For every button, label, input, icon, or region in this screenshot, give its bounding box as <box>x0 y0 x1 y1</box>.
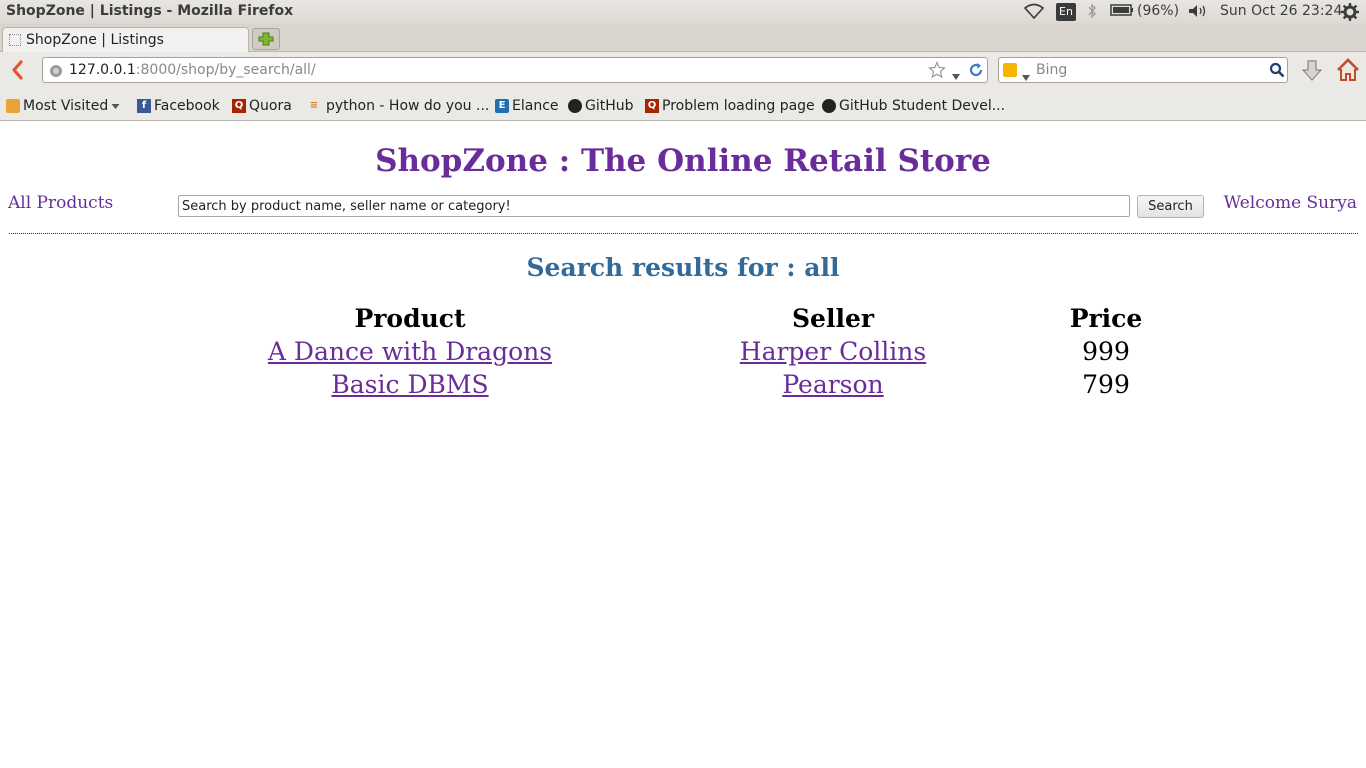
header-divider <box>9 233 1358 234</box>
bing-logo-icon[interactable] <box>1003 63 1017 77</box>
settings-gear-icon[interactable] <box>1340 2 1360 26</box>
url-bar[interactable]: 127.0.0.1:8000/shop/by_search/all/ <box>42 57 988 83</box>
url-text: 127.0.0.1:8000/shop/by_search/all/ <box>69 62 316 78</box>
bookmark-label: GitHub Student Devel... <box>839 98 1006 114</box>
browser-navigation-bar: 127.0.0.1:8000/shop/by_search/all/ Bing <box>0 52 1366 90</box>
quora-icon: Q <box>645 99 659 113</box>
url-dropdown-icon[interactable] <box>951 66 961 85</box>
bookmark-label: Elance <box>512 98 559 114</box>
wifi-icon[interactable] <box>1023 3 1045 23</box>
seller-link[interactable]: Harper Collins <box>683 337 983 366</box>
system-top-panel: ShopZone | Listings - Mozilla Firefox En… <box>0 0 1366 24</box>
product-link[interactable]: Basic DBMS <box>210 370 610 399</box>
bookmark-label: GitHub <box>585 98 634 114</box>
window-title: ShopZone | Listings - Mozilla Firefox <box>6 3 294 19</box>
column-header-price: Price <box>1069 304 1143 333</box>
bookmark-star-icon[interactable] <box>928 61 946 83</box>
chevron-down-icon <box>111 98 120 114</box>
bookmark-github-student[interactable]: GitHub Student Devel... <box>822 96 1005 116</box>
elance-icon: E <box>495 99 509 113</box>
bluetooth-icon[interactable] <box>1087 3 1097 23</box>
search-engine-dropdown-icon[interactable] <box>1021 67 1031 86</box>
bookmark-label: python - How do you ... <box>326 98 490 114</box>
github-icon <box>568 99 582 113</box>
seller-link[interactable]: Pearson <box>683 370 983 399</box>
downloads-icon[interactable] <box>1301 59 1323 87</box>
bookmark-github[interactable]: GitHub <box>568 96 634 116</box>
battery-percentage: (96%) <box>1137 3 1180 19</box>
web-search-bar[interactable]: Bing <box>998 57 1288 83</box>
stackoverflow-icon: ≡ <box>309 100 319 111</box>
column-header-seller: Seller <box>791 304 875 333</box>
bookmark-elance[interactable]: E Elance <box>495 96 559 116</box>
volume-icon[interactable] <box>1187 3 1209 23</box>
new-tab-button[interactable] <box>252 28 280 50</box>
site-title: ShopZone : The Online Retail Store <box>375 143 991 179</box>
keyboard-language-indicator[interactable]: En <box>1056 3 1076 21</box>
bookmark-label: Problem loading page <box>662 98 815 114</box>
tab-shopzone-listings[interactable]: ShopZone | Listings <box>2 27 249 52</box>
bookmark-facebook[interactable]: f Facebook <box>137 96 220 116</box>
search-button[interactable]: Search <box>1137 195 1204 218</box>
reload-icon[interactable] <box>967 61 985 83</box>
magnifier-icon[interactable] <box>1269 62 1285 82</box>
bookmark-label: Quora <box>249 98 292 114</box>
bookmark-label: Most Visited <box>23 98 109 114</box>
welcome-user-text: Welcome Surya <box>1223 193 1357 213</box>
price-value: 799 <box>1082 370 1130 399</box>
page-content: ShopZone : The Online Retail Store All P… <box>0 121 1366 768</box>
bookmark-python-question[interactable]: ≡ python - How do you ... <box>306 96 490 116</box>
github-icon <box>822 99 836 113</box>
globe-icon <box>49 63 63 82</box>
back-arrow-icon[interactable] <box>6 58 30 82</box>
url-host: 127.0.0.1 <box>69 62 136 78</box>
tab-title: ShopZone | Listings <box>26 32 164 48</box>
column-header-product: Product <box>354 304 466 333</box>
search-engine-placeholder: Bing <box>1036 62 1068 78</box>
product-search-input[interactable] <box>178 195 1130 217</box>
url-path: :8000/shop/by_search/all/ <box>135 62 316 78</box>
product-link[interactable]: A Dance with Dragons <box>210 337 610 366</box>
clock[interactable]: Sun Oct 26 23:24 <box>1220 3 1342 19</box>
bookmarks-toolbar: Most Visited f Facebook Q Quora ≡ python… <box>0 90 1366 121</box>
all-products-link[interactable]: All Products <box>8 193 113 213</box>
price-value: 999 <box>1082 337 1130 366</box>
facebook-icon: f <box>137 99 151 113</box>
battery-icon[interactable] <box>1110 3 1134 21</box>
results-heading: Search results for : all <box>526 253 840 282</box>
home-icon[interactable] <box>1335 57 1361 87</box>
tab-favicon-icon <box>9 34 21 46</box>
bookmark-problem-loading-page[interactable]: Q Problem loading page <box>645 96 815 116</box>
most-visited-icon <box>6 99 20 113</box>
browser-tab-bar: ShopZone | Listings <box>0 24 1366 52</box>
quora-icon: Q <box>232 99 246 113</box>
bookmark-quora[interactable]: Q Quora <box>232 96 292 116</box>
bookmark-label: Facebook <box>154 98 220 114</box>
bookmark-most-visited[interactable]: Most Visited <box>6 96 120 116</box>
